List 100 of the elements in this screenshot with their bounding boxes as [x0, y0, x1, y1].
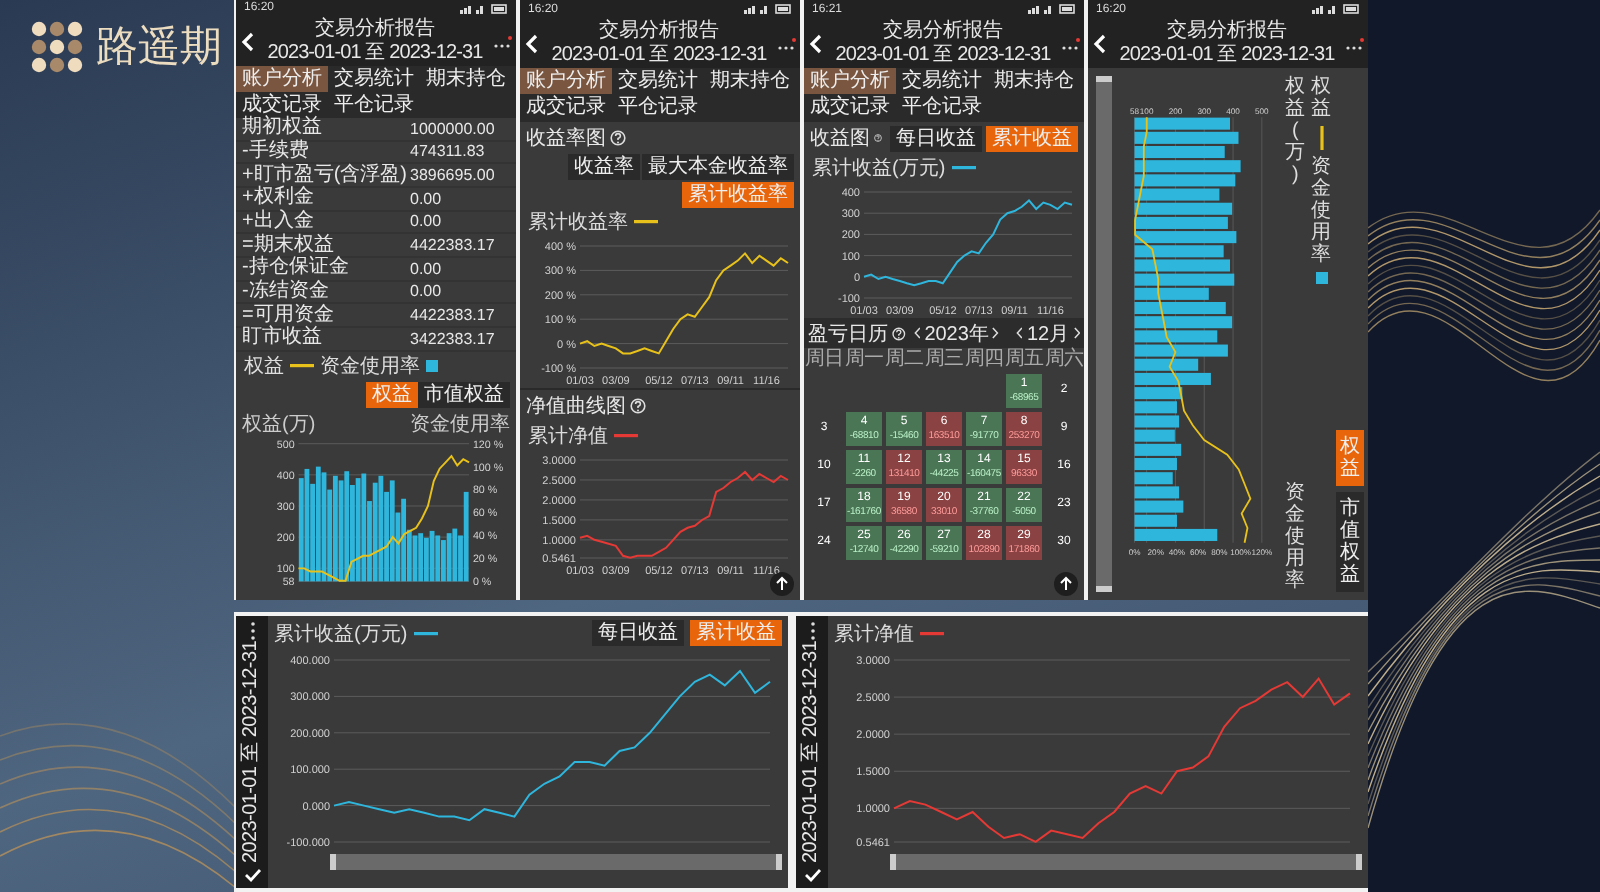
more-icon[interactable]: [777, 37, 796, 49]
date-range: 2023-01-01 至 2023-12-31: [800, 641, 824, 863]
tab[interactable]: 账户分析: [804, 68, 896, 94]
signal-battery-icon: [1312, 4, 1360, 14]
date-range: 2023-01-01 至 2023-12-31: [267, 41, 483, 66]
row-label: 盯市收益: [242, 328, 322, 349]
row-label: +盯市盈亏(含浮盈): [242, 165, 407, 186]
range-slider[interactable]: [890, 854, 1362, 870]
axis-title: 权益(万): [1285, 76, 1306, 186]
legend-square-icon: [1315, 272, 1328, 284]
tab[interactable]: 期末持仓: [704, 68, 796, 94]
more-icon[interactable]: [1345, 37, 1364, 49]
more-icon[interactable]: [249, 622, 255, 640]
row-value: 0.00: [410, 212, 444, 231]
legend-label: 累计收益(万元): [812, 155, 946, 182]
help-icon[interactable]: [610, 130, 626, 146]
date-range: 2023-01-01 至 2023-12-31: [1119, 43, 1335, 67]
scroll-top-icon[interactable]: [1054, 572, 1078, 596]
tab[interactable]: 平仓记录: [896, 94, 988, 120]
signal-battery-icon: [744, 4, 792, 14]
toggle-button[interactable]: 收益率: [568, 154, 640, 180]
report-title: 交易分析报告: [598, 19, 719, 43]
tab[interactable]: 成交记录: [236, 91, 328, 118]
tab[interactable]: 成交记录: [520, 94, 612, 120]
legend-label: 累计净值: [528, 423, 608, 450]
help-icon[interactable]: [630, 398, 646, 414]
date-range: 2023-01-01 至 2023-12-31: [835, 43, 1051, 67]
month-label: 12月: [1026, 321, 1070, 347]
check-icon[interactable]: [803, 868, 821, 882]
back-icon[interactable]: [1092, 33, 1108, 53]
row-value: 1000000.00: [410, 119, 497, 138]
tab[interactable]: 平仓记录: [328, 91, 420, 118]
toggle-button[interactable]: 市值权益: [418, 381, 510, 408]
section-title: 收益图: [810, 126, 870, 152]
back-icon[interactable]: [524, 33, 540, 53]
signal-battery-icon: [1028, 4, 1076, 14]
legend-square-icon: [426, 359, 438, 372]
tab[interactable]: 平仓记录: [612, 94, 704, 120]
check-icon[interactable]: [243, 868, 261, 882]
more-icon[interactable]: [493, 35, 512, 48]
help-icon[interactable]: [892, 325, 906, 341]
tab[interactable]: 账户分析: [236, 65, 328, 92]
legend-label: 权益: [244, 353, 284, 380]
tab[interactable]: 成交记录: [804, 94, 896, 120]
row-value: 3896695.00: [410, 166, 497, 185]
legend-label: 累计净值: [834, 621, 914, 647]
back-icon[interactable]: [808, 33, 824, 53]
tab[interactable]: 交易统计: [612, 68, 704, 94]
range-slider[interactable]: [330, 854, 782, 870]
weekday-label: 周六: [1044, 348, 1084, 372]
section-title: 收益率图: [526, 125, 606, 152]
weekday-label: 周二: [884, 348, 924, 372]
section-title: 净值曲线图: [526, 393, 626, 420]
more-icon[interactable]: [809, 622, 815, 640]
report-title: 交易分析报告: [314, 17, 435, 42]
date-range: 2023-01-01 至 2023-12-31: [551, 43, 767, 67]
weekday-label: 周日: [804, 348, 844, 372]
weekday-label: 周三: [924, 348, 964, 372]
row-label: -冻结资金: [242, 281, 329, 302]
chevron-left-icon[interactable]: [913, 326, 921, 340]
row-value: 0.00: [410, 259, 444, 278]
tab[interactable]: 期末持仓: [988, 68, 1080, 94]
legend-label: 累计收益率: [528, 209, 628, 236]
legend-line-icon: [920, 629, 944, 637]
tab[interactable]: 期末持仓: [420, 65, 512, 92]
tab[interactable]: 账户分析: [520, 68, 612, 94]
row-value: 3422383.17: [410, 329, 497, 348]
axis-title: 资金使用率: [410, 411, 510, 434]
toggle-button[interactable]: 市值权益: [1336, 492, 1364, 592]
range-slider[interactable]: [1096, 76, 1112, 592]
chevron-right-icon[interactable]: [1073, 326, 1080, 340]
legend-label: 资金使用率: [320, 353, 420, 380]
chevron-right-icon[interactable]: [992, 326, 1000, 340]
chevron-left-icon[interactable]: [1016, 326, 1023, 340]
brand-name: 路遥期: [96, 22, 222, 74]
more-icon[interactable]: [1061, 37, 1080, 49]
tab[interactable]: 交易统计: [896, 68, 988, 94]
row-value: 0.00: [410, 189, 444, 208]
weekday-label: 周一: [844, 348, 884, 372]
toggle-button[interactable]: 每日收益: [592, 620, 684, 646]
row-label: -手续费: [242, 141, 309, 162]
row-label: 期初权益: [242, 118, 322, 139]
signal-battery-icon: [460, 3, 508, 14]
back-icon[interactable]: [240, 31, 256, 52]
legend-line-icon: [951, 164, 976, 172]
tab[interactable]: 交易统计: [328, 65, 420, 92]
legend-label: 资金使用率: [1311, 156, 1332, 266]
report-title: 交易分析报告: [1166, 19, 1287, 43]
weekday-label: 周五: [1004, 348, 1044, 372]
legend-label: 权益: [1311, 76, 1332, 120]
row-label: -持仓保证金: [242, 258, 349, 279]
toggle-button[interactable]: 每日收益: [890, 125, 982, 151]
scroll-top-icon[interactable]: [770, 572, 794, 596]
row-value: 4422383.17: [410, 306, 497, 325]
toggle-button[interactable]: 最大本金收益率: [642, 154, 794, 180]
axis-title: 资金使用率: [1285, 482, 1306, 592]
section-title: 盈亏日历: [808, 321, 888, 347]
help-icon[interactable]: [874, 130, 882, 146]
row-label: =期末权益: [242, 235, 334, 256]
weekday-label: 周四: [964, 348, 1004, 372]
